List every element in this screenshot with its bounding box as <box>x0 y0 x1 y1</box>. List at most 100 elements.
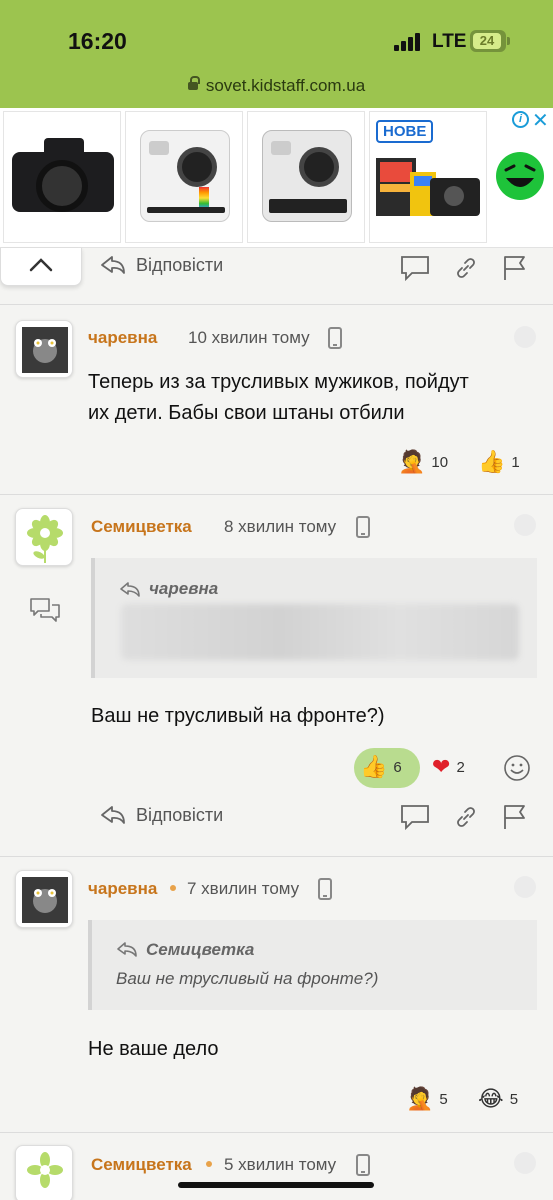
quote-author: Семицветка <box>146 940 255 959</box>
author-name[interactable]: чаревна <box>88 879 157 899</box>
reaction-count: 6 <box>393 759 402 776</box>
avatar[interactable] <box>15 1145 73 1200</box>
home-indicator <box>178 1182 374 1188</box>
flower-avatar-icon <box>27 1152 63 1188</box>
new-badge: НОВЕ <box>376 120 434 143</box>
thumbs-up-icon: 👍 <box>360 755 388 780</box>
reaction-laugh[interactable]: 😂 5 <box>478 1087 518 1112</box>
reaction-count: 5 <box>439 1091 448 1108</box>
link-icon[interactable] <box>454 805 478 829</box>
avatar-photo <box>22 327 68 373</box>
reaction-count: 10 <box>431 454 449 471</box>
ad-info-icon[interactable]: i <box>512 111 529 128</box>
battery-tip <box>507 37 510 45</box>
ad-item-polaroid-black[interactable] <box>247 111 365 243</box>
divider <box>0 304 553 305</box>
select-checkbox[interactable] <box>514 514 536 536</box>
author-name[interactable]: чаревна <box>88 328 157 348</box>
comment-actions: Відповісти <box>0 798 553 838</box>
online-dot <box>206 1161 212 1167</box>
comment-text: Не ваше дело <box>88 1038 219 1060</box>
avatar[interactable] <box>15 870 73 928</box>
url-text: sovet.kidstaff.com.ua <box>205 76 366 95</box>
mobile-icon <box>318 878 332 900</box>
comment-icon[interactable] <box>400 254 430 282</box>
heart-icon: ❤ <box>432 755 451 780</box>
thumbs-up-icon: 👍 <box>478 450 506 475</box>
link-icon[interactable] <box>454 256 478 280</box>
signal-icon <box>394 33 422 51</box>
reaction-facepalm[interactable]: 🤦 5 <box>406 1087 448 1112</box>
mobile-icon <box>328 327 342 349</box>
select-checkbox[interactable] <box>514 1152 536 1174</box>
reply-icon <box>101 806 125 824</box>
divider <box>0 856 553 857</box>
online-dot <box>170 885 176 891</box>
smiley-logo-icon <box>496 152 544 200</box>
flag-icon[interactable] <box>502 803 528 831</box>
comment-icon[interactable] <box>400 803 430 831</box>
film-boxes-icon <box>374 148 482 218</box>
laughing-icon: 😂 <box>478 1087 504 1112</box>
author-name[interactable]: Семицветка <box>91 1155 192 1175</box>
timestamp: 10 хвилин тому <box>188 328 310 347</box>
instant-camera-icon <box>262 130 352 222</box>
reaction-like[interactable]: 👍 6 <box>360 755 402 780</box>
battery-level: 24 <box>473 33 501 49</box>
reply-button[interactable]: Відповісти <box>100 254 223 276</box>
select-checkbox[interactable] <box>514 326 536 348</box>
reaction-heart[interactable]: ❤ 2 <box>432 755 465 780</box>
quote-block: Семицветка Ваш не трусливый на фронте?) <box>88 920 537 1010</box>
mobile-icon <box>356 516 370 538</box>
mobile-icon <box>356 1154 370 1176</box>
timestamp: 7 хвилин тому <box>187 879 300 898</box>
facepalm-icon: 🤦 <box>398 450 426 475</box>
flower-avatar-icon <box>27 515 63 563</box>
quote-block: чаревна <box>91 558 537 678</box>
reply-icon <box>101 256 125 274</box>
ad-item-camera[interactable] <box>3 111 121 243</box>
network-type: LTE <box>432 31 467 52</box>
ad-close-icon[interactable]: ✕ <box>532 108 549 133</box>
reply-label: Відповісти <box>136 254 224 275</box>
author-name[interactable]: Семицветка <box>91 517 192 537</box>
comment-text-line: их дети. Бабы свои штаны отбили <box>88 402 405 424</box>
divider <box>0 1132 553 1133</box>
avatar-photo <box>22 877 68 923</box>
avatar[interactable] <box>15 508 73 566</box>
divider <box>0 494 553 495</box>
reaction-count: 1 <box>511 454 520 471</box>
blurred-quote <box>121 604 519 660</box>
select-checkbox[interactable] <box>514 876 536 898</box>
comment-actions: Відповісти <box>0 248 553 288</box>
chat-icon[interactable] <box>29 596 61 624</box>
timestamp: 5 хвилин тому <box>224 1155 337 1174</box>
reaction-like[interactable]: 👍 1 <box>478 450 520 475</box>
reply-button[interactable]: Відповісти <box>100 804 223 826</box>
camera-lens <box>36 160 88 212</box>
lock-icon <box>187 76 200 90</box>
flag-icon[interactable] <box>502 254 528 282</box>
add-reaction-icon[interactable] <box>503 754 531 782</box>
reply-label: Відповісти <box>136 804 224 825</box>
status-bar: 16:20 LTE 24 sovet.kidstaff.com.ua <box>0 0 553 108</box>
ad-item-film-set[interactable]: НОВЕ <box>369 111 487 243</box>
facepalm-icon: 🤦 <box>406 1087 434 1112</box>
battery-icon: 24 <box>470 30 506 52</box>
clock: 16:20 <box>68 28 127 54</box>
avatar[interactable] <box>15 320 73 378</box>
comment-text: Ваш не трусливый на фронте?) <box>91 705 385 727</box>
timestamp: 8 хвилин тому <box>224 517 337 536</box>
address-bar[interactable]: sovet.kidstaff.com.ua <box>0 76 553 96</box>
reply-arrow-icon <box>117 942 137 957</box>
reaction-count: 5 <box>509 1091 519 1108</box>
comment-text-line: Теперь из за трусливых мужиков, пойдут <box>88 371 469 393</box>
reaction-count: 2 <box>456 759 465 776</box>
ad-banner[interactable]: НОВЕ i ✕ <box>0 108 553 248</box>
reaction-facepalm[interactable]: 🤦 10 <box>398 450 448 475</box>
instant-camera-icon <box>140 130 230 222</box>
ad-item-polaroid-white[interactable] <box>125 111 243 243</box>
quote-author: чаревна <box>149 579 219 598</box>
quote-text: Ваш не трусливый на фронте?) <box>116 969 379 988</box>
reply-arrow-icon <box>120 582 140 597</box>
